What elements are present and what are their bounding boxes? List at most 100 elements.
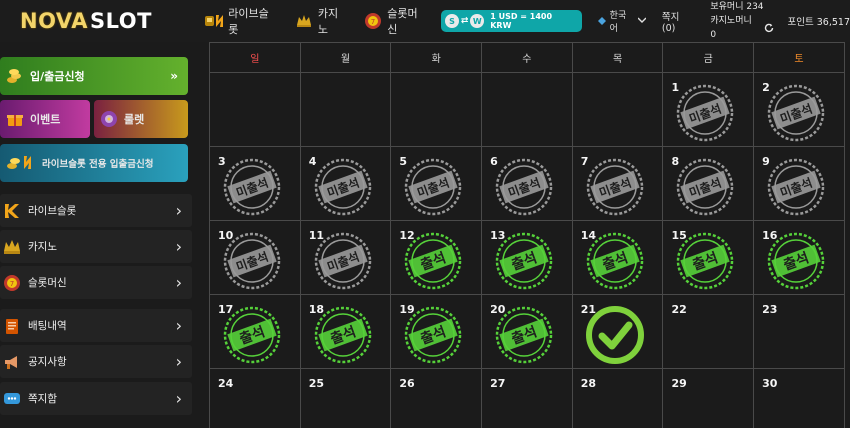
casino-icon bbox=[2, 237, 22, 257]
calendar-day-cell[interactable]: 22 bbox=[663, 295, 755, 369]
absent-stamp-icon: 미출석 bbox=[313, 157, 373, 217]
sidebar-item-messages[interactable]: 쪽지함 › bbox=[0, 382, 192, 415]
svg-text:출석: 출석 bbox=[419, 249, 449, 274]
calendar-day-cell[interactable]: 29 bbox=[663, 369, 755, 428]
chevron-right-icon: › bbox=[175, 352, 182, 371]
calendar-day-cell bbox=[210, 73, 301, 147]
calendar-day-cell[interactable]: 2 미출석 bbox=[754, 73, 845, 147]
calendar-day-cell[interactable]: 25 bbox=[301, 369, 392, 428]
chevron-right-icon: › bbox=[175, 389, 182, 408]
absent-stamp-icon: 미출석 bbox=[675, 83, 735, 143]
svg-text:7: 7 bbox=[10, 280, 14, 288]
calendar-day-cell[interactable]: 6 미출석 bbox=[482, 147, 573, 221]
svg-text:출석: 출석 bbox=[691, 249, 721, 274]
calendar-day-cell bbox=[300, 73, 392, 147]
calendar-day-number: 27 bbox=[490, 377, 506, 390]
present-stamp-icon: 출석 bbox=[313, 305, 373, 365]
calendar-day-cell[interactable]: 14 출석 bbox=[572, 221, 664, 295]
absent-stamp-icon: 미출석 bbox=[313, 231, 373, 291]
calendar-day-number: 24 bbox=[218, 377, 234, 390]
language-select[interactable]: 한국어 bbox=[597, 8, 647, 34]
calendar-day-cell[interactable]: 27 bbox=[482, 369, 573, 428]
top-nav: 라이브슬롯 카지노 7 슬롯머신 S ⇄ W 1 USD = 1400 KRW … bbox=[198, 0, 850, 42]
calendar-day-cell[interactable]: 1 미출석 bbox=[663, 73, 755, 147]
calendar-day-cell[interactable]: 7 미출석 bbox=[572, 147, 664, 221]
calendar-day-number: 30 bbox=[762, 377, 778, 390]
sidebar-item-slot-machine[interactable]: 7 슬롯머신 › bbox=[0, 266, 192, 299]
calendar-day-cell[interactable]: 19 출석 bbox=[391, 295, 483, 369]
chevron-right-icon: › bbox=[175, 201, 182, 220]
calendar-day-cell[interactable]: 4 미출석 bbox=[300, 147, 392, 221]
refresh-icon[interactable] bbox=[764, 23, 774, 33]
calendar-day-cell[interactable]: 16 출석 bbox=[754, 221, 845, 295]
roulette-button[interactable]: 룰렛 bbox=[94, 100, 188, 138]
usd-coin-icon: S bbox=[445, 14, 459, 28]
calendar-day-cell bbox=[572, 73, 664, 147]
calendar-day-cell[interactable]: 23 bbox=[754, 295, 845, 369]
calendar-day-cell[interactable]: 15 출석 bbox=[663, 221, 755, 295]
sidebar-item-label: 카지노 bbox=[28, 241, 57, 253]
roulette-wheel-icon bbox=[100, 110, 118, 128]
calendar-day-cell[interactable]: 30 bbox=[754, 369, 845, 428]
calendar-day-cell[interactable]: 5 미출석 bbox=[391, 147, 483, 221]
topnav-label: 라이브슬롯 bbox=[228, 7, 269, 36]
chevron-down-icon bbox=[637, 16, 647, 26]
calendar-day-cell[interactable]: 20 출석 bbox=[482, 295, 573, 369]
sidebar-item-label: 배팅내역 bbox=[28, 320, 67, 332]
deposit-withdraw-label: 입/출금신청 bbox=[30, 70, 85, 83]
topnav-label: 카지노 bbox=[317, 7, 339, 36]
calendar-day-cell[interactable]: 17 출석 bbox=[210, 295, 301, 369]
sidebar-item-betting-history[interactable]: 배팅내역 › bbox=[0, 309, 192, 342]
calendar-day-number: 28 bbox=[580, 377, 597, 390]
svg-text:출석: 출석 bbox=[509, 323, 539, 348]
calendar-day-number: 22 bbox=[671, 303, 687, 316]
calendar-day-cell[interactable]: 3 미출석 bbox=[210, 147, 301, 221]
calendar-day-cell[interactable]: 10 미출석 bbox=[210, 221, 301, 295]
calendar-day-cell[interactable]: 9 미출석 bbox=[754, 147, 845, 221]
live-slot-icon bbox=[204, 11, 224, 31]
exchange-rate-text: 1 USD = 1400 KRW bbox=[490, 12, 553, 30]
calendar-day-cell[interactable]: 28 bbox=[573, 369, 664, 428]
exchange-rate-badge[interactable]: S ⇄ W 1 USD = 1400 KRW bbox=[441, 10, 582, 32]
site-logo[interactable]: NOVA SLOT bbox=[0, 0, 198, 42]
present-stamp-icon: 출석 bbox=[675, 231, 735, 291]
weekday-saturday: 토 bbox=[754, 43, 845, 73]
megaphone-icon bbox=[2, 352, 22, 372]
top-bar: NOVA SLOT 라이브슬롯 카지노 7 슬롯머신 S ⇄ W 1 USD =… bbox=[0, 0, 850, 42]
topnav-casino[interactable]: 카지노 bbox=[294, 5, 348, 37]
calendar-day-cell[interactable]: 21 bbox=[572, 295, 664, 369]
chevron-right-icon: › bbox=[175, 316, 182, 335]
deposit-withdraw-button[interactable]: 입/출금신청 » bbox=[0, 57, 188, 95]
topnav-slot-machine[interactable]: 7 슬롯머신 bbox=[364, 5, 428, 37]
present-stamp-icon: 출석 bbox=[766, 231, 826, 291]
casino-money: 카지노머니 0 bbox=[710, 16, 752, 40]
calendar-day-cell bbox=[391, 73, 483, 147]
calendar-day-cell[interactable]: 18 출석 bbox=[300, 295, 392, 369]
weekday-thursday: 목 bbox=[572, 43, 664, 73]
language-flag-icon bbox=[597, 17, 606, 25]
live-slot-deposit-button[interactable]: 라이브슬롯 전용 입출금신청 bbox=[0, 144, 188, 182]
calendar-day-number: 23 bbox=[762, 303, 778, 316]
calendar-day-cell[interactable]: 8 미출석 bbox=[663, 147, 755, 221]
holding-money: 보유머니 234 bbox=[710, 2, 764, 12]
calendar-day-cell[interactable]: 13 출석 bbox=[482, 221, 573, 295]
sidebar-item-notices[interactable]: 공지사항 › bbox=[0, 345, 192, 378]
present-stamp-icon: 출석 bbox=[494, 305, 554, 365]
calendar-day-number: 29 bbox=[671, 377, 687, 390]
sidebar-item-label: 쪽지함 bbox=[28, 393, 57, 405]
svg-text:출석: 출석 bbox=[328, 323, 358, 348]
calendar-day-cell[interactable]: 12 출석 bbox=[391, 221, 483, 295]
sidebar-item-casino[interactable]: 카지노 › bbox=[0, 230, 192, 263]
topnav-live-slot[interactable]: 라이브슬롯 bbox=[204, 5, 278, 37]
messages-link[interactable]: 쪽지(0) bbox=[662, 9, 693, 34]
sidebar-item-live-slot[interactable]: 라이브슬롯 › bbox=[0, 194, 192, 227]
event-button[interactable]: 이벤트 bbox=[0, 100, 90, 138]
calendar-day-cell[interactable]: 11 미출석 bbox=[300, 221, 392, 295]
absent-stamp-icon: 미출석 bbox=[403, 157, 463, 217]
logo-text-slot: SLOT bbox=[89, 9, 152, 33]
casino-money-row: 카지노머니 0 bbox=[710, 14, 773, 42]
calendar-day-cell[interactable]: 24 bbox=[210, 369, 301, 428]
krw-coin-icon: W bbox=[470, 14, 485, 28]
calendar-day-cell[interactable]: 26 bbox=[391, 369, 483, 428]
calendar-day-cell bbox=[482, 73, 573, 147]
